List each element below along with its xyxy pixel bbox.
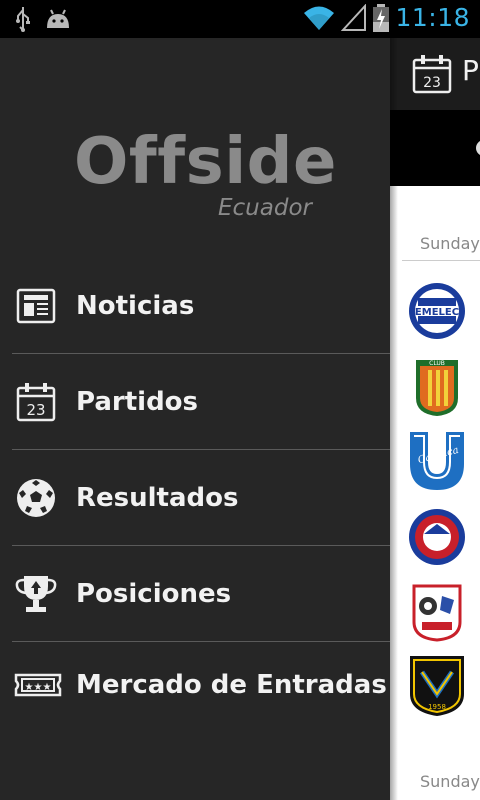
action-bar[interactable]: 23 P	[390, 38, 480, 110]
menu-item-label: Noticias	[76, 291, 195, 321]
status-bar: 11:18	[0, 0, 480, 38]
tab-strip[interactable]	[390, 110, 480, 186]
menu-item-label: Partidos	[76, 387, 199, 417]
signal-icon	[341, 3, 367, 31]
main-content-peek[interactable]: 23 P Sunday EMELEC CLUB Católica 1958 Su…	[390, 38, 480, 800]
day-header: Sunday	[420, 772, 480, 791]
svg-text:★★★: ★★★	[25, 682, 52, 693]
svg-text:1958: 1958	[428, 703, 446, 711]
deportivo-cuenca-crest-icon: CLUB	[416, 360, 458, 416]
calendar-icon: 23	[16, 383, 56, 422]
svg-text:23: 23	[423, 75, 441, 91]
android-debug-icon	[47, 9, 69, 28]
battery-charging-icon	[373, 3, 390, 32]
calendar-icon[interactable]: 23	[412, 54, 452, 94]
app-subtitle: Ecuador	[218, 195, 312, 221]
app-title: Offside	[74, 125, 337, 199]
universidad-catolica-crest-icon: Católica	[410, 432, 464, 490]
drawer-menu: Noticias 23 Partidos Resultados Posicion…	[0, 258, 390, 728]
deportivo-quito-crest-icon	[409, 509, 465, 565]
olmedo-crest-icon	[412, 584, 462, 642]
svg-text:EMELEC: EMELEC	[415, 307, 459, 318]
usb-icon	[16, 7, 30, 32]
menu-item-label: Resultados	[76, 483, 239, 513]
emelec-crest-icon: EMELEC	[409, 283, 465, 339]
soccer-ball-icon	[17, 479, 55, 517]
menu-item-label: Posiciones	[76, 579, 232, 609]
action-bar-title: P	[462, 54, 479, 87]
menu-item-label: Mercado de Entradas	[76, 670, 387, 700]
menu-item-mercado-de-entradas[interactable]: ★★★ Mercado de Entradas	[0, 642, 390, 728]
menu-item-partidos[interactable]: 23 Partidos	[0, 354, 390, 450]
menu-item-resultados[interactable]: Resultados	[0, 450, 390, 546]
svg-text:CLUB: CLUB	[429, 360, 445, 367]
svg-text:23: 23	[26, 401, 45, 419]
trophy-icon	[15, 576, 57, 612]
newspaper-icon	[16, 288, 56, 324]
drawer-shadow	[390, 38, 398, 800]
navigation-drawer: Offside Ecuador Noticias 23 Partidos Res…	[0, 38, 390, 800]
tab-indicator	[476, 140, 480, 156]
divider	[402, 260, 480, 261]
menu-item-posiciones[interactable]: Posiciones	[0, 546, 390, 642]
independiente-del-valle-crest-icon: 1958	[410, 656, 464, 716]
day-header: Sunday	[420, 234, 480, 253]
ticket-icon: ★★★	[14, 673, 62, 697]
status-clock: 11:18	[395, 3, 470, 32]
menu-item-noticias[interactable]: Noticias	[0, 258, 390, 354]
wifi-icon	[304, 6, 335, 30]
